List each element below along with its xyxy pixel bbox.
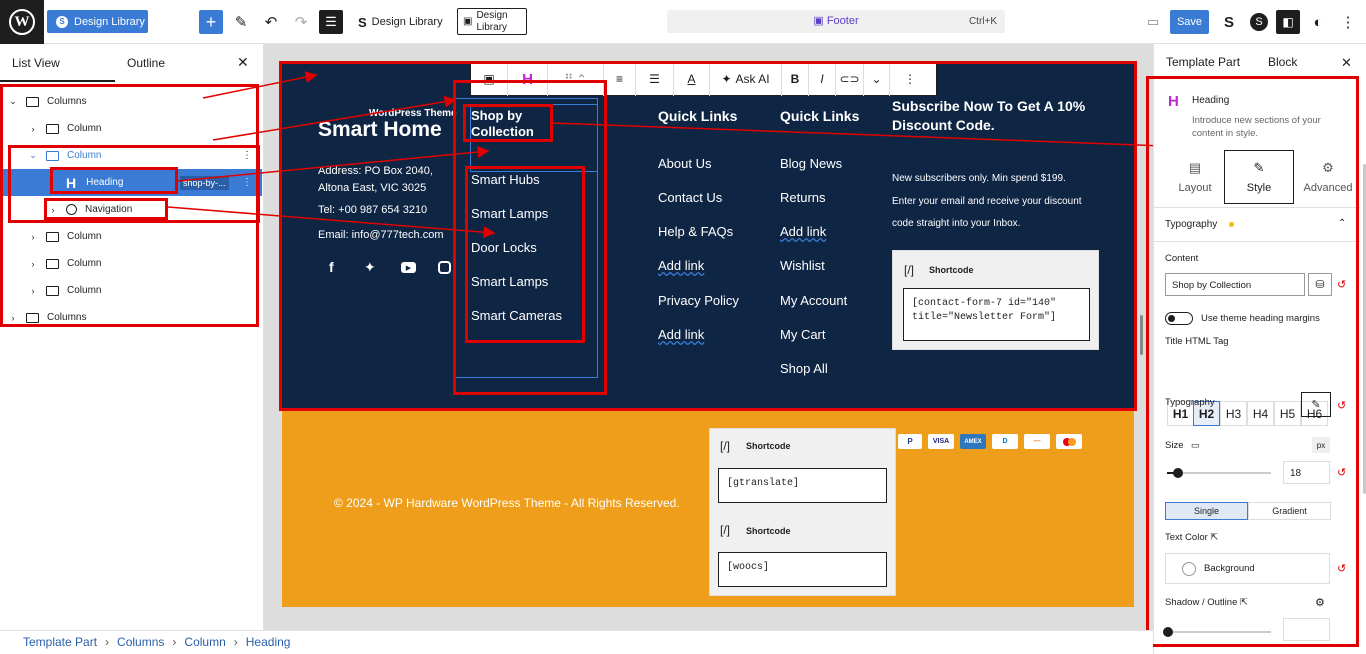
chevron-right-icon: ›	[172, 635, 177, 649]
breadcrumb-item[interactable]: Column	[184, 635, 225, 649]
settings-sidebar: Template Part Block ✕ H Heading Introduc…	[1146, 44, 1366, 654]
breadcrumb-item[interactable]: Heading	[246, 635, 291, 649]
chevron-right-icon: ›	[105, 635, 110, 649]
annotation-box	[1146, 76, 1359, 647]
tab-template-part[interactable]: Template Part	[1166, 55, 1240, 69]
breadcrumb-item[interactable]: Columns	[117, 635, 164, 649]
tab-block[interactable]: Block	[1268, 55, 1297, 69]
close-icon[interactable]: ✕	[1341, 55, 1352, 71]
breadcrumb-item[interactable]: Template Part	[23, 635, 97, 649]
breadcrumb: Template Part › Columns › Column › Heading	[0, 630, 1153, 654]
resize-handle[interactable]	[1140, 315, 1143, 355]
chevron-right-icon: ›	[233, 635, 238, 649]
